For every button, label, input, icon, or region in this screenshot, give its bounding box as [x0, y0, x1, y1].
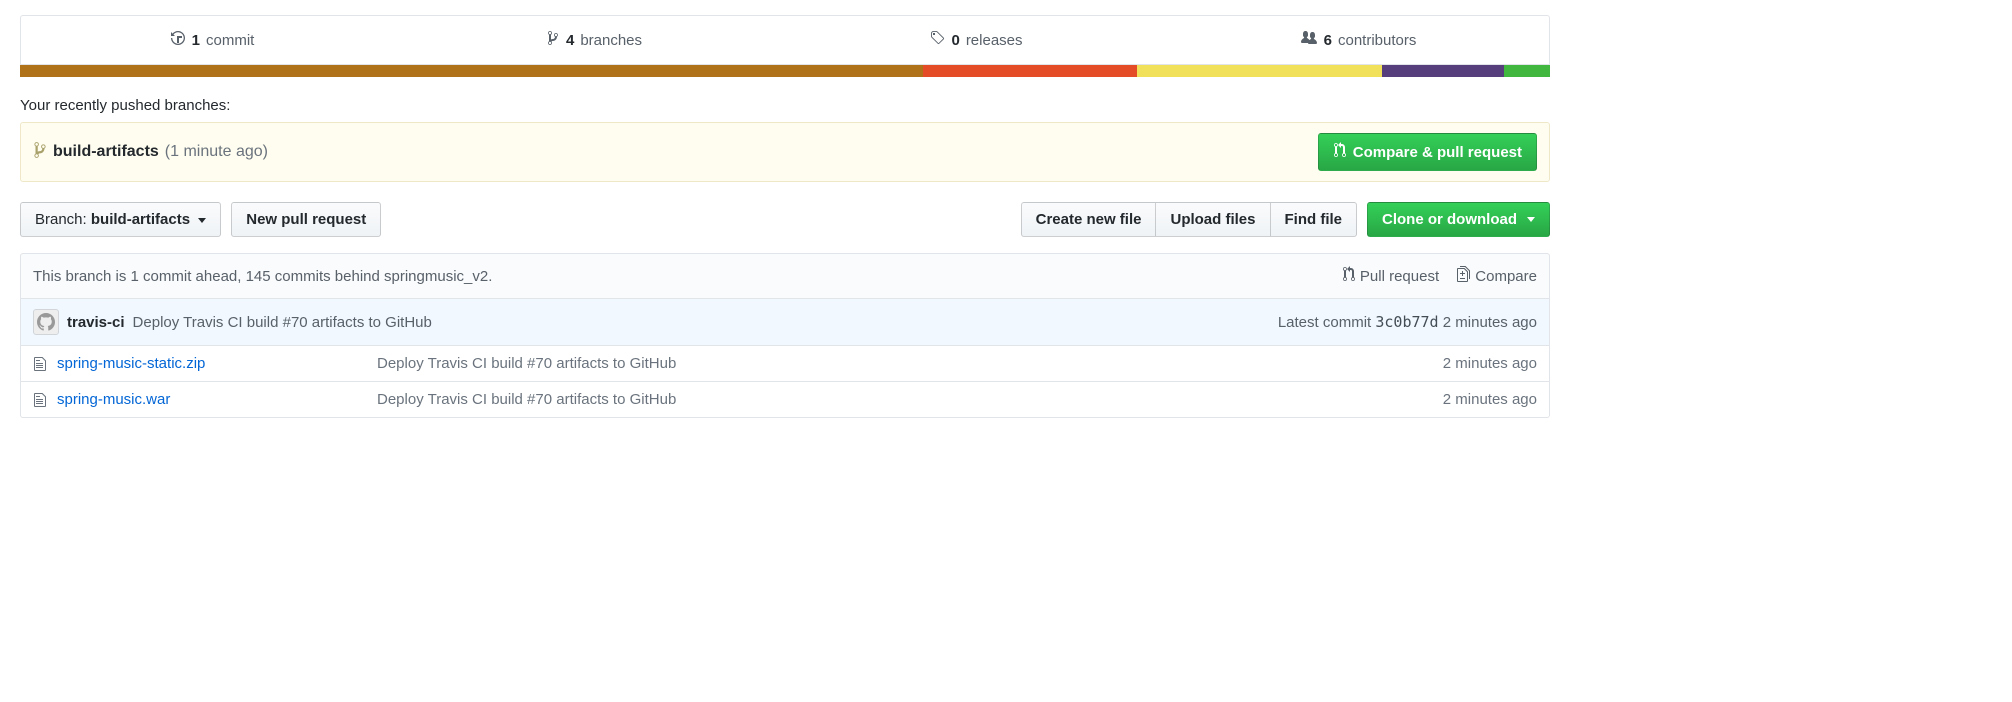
history-icon — [170, 30, 186, 50]
file-name-link[interactable]: spring-music-static.zip — [57, 355, 205, 372]
caret-down-icon — [198, 218, 206, 223]
file-name-link[interactable]: spring-music.war — [57, 391, 170, 408]
repo-stats-bar: 1 commit 4 branches 0 releases 6 contrib… — [20, 15, 1550, 65]
upload-files-button[interactable]: Upload files — [1155, 202, 1270, 237]
commit-ago: 2 minutes ago — [1443, 314, 1537, 331]
commit-avatar[interactable] — [33, 309, 59, 335]
file-list: spring-music-static.zip Deploy Travis CI … — [20, 346, 1550, 418]
language-segment[interactable] — [1504, 65, 1550, 77]
branches-count: 4 — [566, 32, 574, 49]
commits-label: commit — [206, 32, 254, 49]
language-segment[interactable] — [923, 65, 1137, 77]
commit-sha[interactable]: 3c0b77d — [1375, 313, 1438, 331]
commit-message[interactable]: Deploy Travis CI build #70 artifacts to … — [133, 314, 432, 331]
file-navigation: Branch: build-artifacts New pull request… — [20, 202, 1550, 237]
compare-pull-request-button[interactable]: Compare & pull request — [1318, 133, 1537, 171]
clone-download-label: Clone or download — [1382, 211, 1517, 228]
branches-label: branches — [580, 32, 642, 49]
diff-icon — [1457, 266, 1471, 286]
create-new-file-button[interactable]: Create new file — [1021, 202, 1157, 237]
branches-tab[interactable]: 4 branches — [403, 16, 785, 64]
branch-compare-text: This branch is 1 commit ahead, 145 commi… — [33, 268, 492, 285]
file-commit-message[interactable]: Deploy Travis CI build #70 artifacts to … — [377, 355, 1443, 372]
caret-down-icon — [1527, 217, 1535, 222]
clone-download-button[interactable]: Clone or download — [1367, 202, 1550, 237]
recent-branches-heading: Your recently pushed branches: — [20, 97, 1550, 114]
latest-commit-label: Latest commit — [1278, 314, 1371, 331]
file-icon — [33, 392, 57, 408]
pull-request-link-label: Pull request — [1360, 268, 1439, 285]
latest-commit-bar: travis-ci Deploy Travis CI build #70 art… — [20, 299, 1550, 346]
file-commit-age: 2 minutes ago — [1443, 391, 1537, 408]
compare-link-label: Compare — [1475, 268, 1537, 285]
compare-link[interactable]: Compare — [1457, 266, 1537, 286]
tag-icon — [929, 30, 945, 50]
git-pull-request-icon — [1342, 266, 1356, 286]
git-branch-icon — [546, 30, 560, 50]
file-actions-group: Create new file Upload files Find file — [1021, 202, 1357, 237]
new-pull-request-button[interactable]: New pull request — [231, 202, 381, 237]
file-row: spring-music-static.zip Deploy Travis CI … — [20, 346, 1550, 382]
branch-current: build-artifacts — [91, 211, 190, 228]
contributors-label: contributors — [1338, 32, 1416, 49]
file-icon — [33, 356, 57, 372]
contributors-tab[interactable]: 6 contributors — [1167, 16, 1549, 64]
branch-select-menu[interactable]: Branch: build-artifacts — [20, 202, 221, 237]
pull-request-link[interactable]: Pull request — [1342, 266, 1439, 286]
releases-count: 0 — [951, 32, 959, 49]
mark-github-icon — [37, 313, 55, 331]
git-pull-request-icon — [1333, 142, 1347, 162]
recent-branch-name[interactable]: build-artifacts — [53, 143, 159, 161]
file-row: spring-music.war Deploy Travis CI build #… — [20, 382, 1550, 418]
commits-tab[interactable]: 1 commit — [21, 16, 403, 64]
compare-pull-request-label: Compare & pull request — [1353, 144, 1522, 161]
file-commit-message[interactable]: Deploy Travis CI build #70 artifacts to … — [377, 391, 1443, 408]
releases-label: releases — [966, 32, 1023, 49]
language-segment[interactable] — [1382, 65, 1504, 77]
recent-branch-box: build-artifacts (1 minute ago) Compare &… — [20, 122, 1550, 182]
git-branch-icon — [33, 141, 47, 164]
find-file-button[interactable]: Find file — [1270, 202, 1358, 237]
language-segment[interactable] — [1137, 65, 1382, 77]
contributors-count: 6 — [1324, 32, 1332, 49]
language-segment[interactable] — [20, 65, 923, 77]
people-icon — [1300, 30, 1318, 50]
recent-branch-ago: (1 minute ago) — [165, 143, 268, 161]
branch-label-prefix: Branch: — [35, 211, 87, 228]
file-commit-age: 2 minutes ago — [1443, 355, 1537, 372]
releases-tab[interactable]: 0 releases — [785, 16, 1167, 64]
commits-count: 1 — [192, 32, 200, 49]
branch-info-bar: This branch is 1 commit ahead, 145 commi… — [20, 253, 1550, 299]
language-bar[interactable] — [20, 65, 1550, 77]
commit-author[interactable]: travis-ci — [67, 314, 125, 331]
